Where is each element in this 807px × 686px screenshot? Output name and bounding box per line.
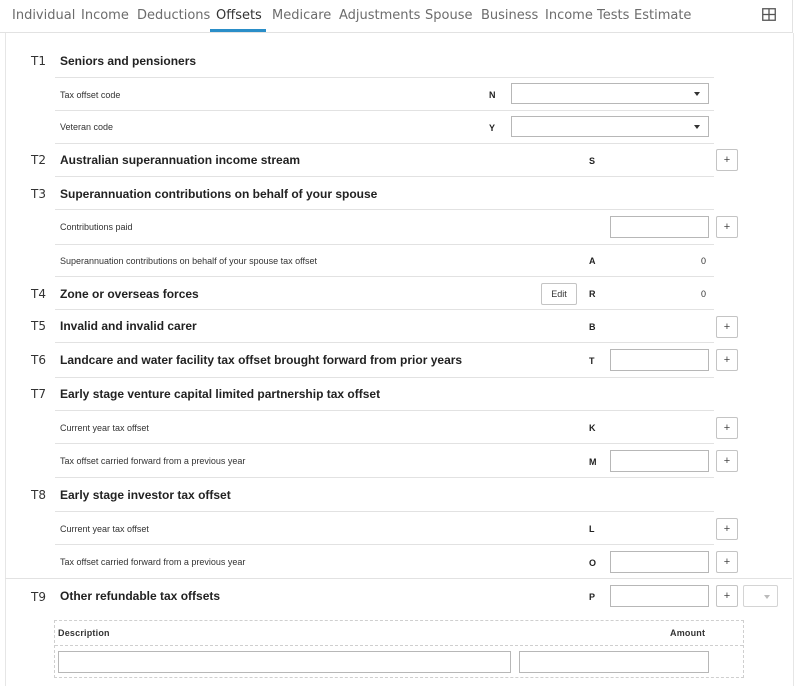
- t4-value: 0: [700, 289, 706, 299]
- t6-input[interactable]: [610, 349, 709, 371]
- t6-code: T: [589, 356, 595, 366]
- t2-add-button[interactable]: +: [716, 149, 738, 171]
- contributions-paid-label: Contributions paid: [60, 222, 133, 232]
- t9-dropdown-button[interactable]: [743, 585, 778, 607]
- veteran-code-label: Veteran code: [60, 122, 114, 132]
- tax-offset-code-select[interactable]: [511, 83, 709, 104]
- active-tab-indicator: [210, 29, 266, 32]
- t7-carried-input[interactable]: [610, 450, 709, 472]
- section-number-t7: T7: [31, 387, 46, 401]
- spouse-offset-label: Superannuation contributions on behalf o…: [60, 256, 318, 266]
- divider: [55, 276, 714, 277]
- tab-business[interactable]: Business: [481, 8, 538, 23]
- divider: [55, 410, 714, 411]
- section-title-t1: Seniors and pensioners: [60, 54, 197, 68]
- tab-medicare[interactable]: Medicare: [272, 8, 331, 23]
- section-title-t7: Early stage venture capital limited part…: [60, 387, 381, 401]
- section-number-t4: T4: [31, 287, 46, 301]
- divider: [55, 209, 714, 210]
- t9-input[interactable]: [610, 585, 709, 607]
- veteran-code-letter: Y: [489, 123, 496, 133]
- table-header-divider: [55, 645, 743, 646]
- section-number-t9: T9: [31, 590, 46, 604]
- t8-carried-label: Tax offset carried forward from a previo…: [60, 557, 246, 567]
- contributions-paid-input[interactable]: [610, 216, 709, 238]
- chevron-down-icon: [764, 595, 770, 599]
- tab-bar: Individual Income Deductions Offsets Med…: [0, 0, 793, 33]
- zone-edit-button[interactable]: Edit: [541, 283, 577, 305]
- tab-individual[interactable]: Individual: [12, 8, 75, 23]
- amount-input[interactable]: [519, 651, 709, 673]
- divider: [55, 477, 714, 478]
- tab-adjustments[interactable]: Adjustments: [339, 8, 420, 23]
- tab-offsets[interactable]: Offsets: [216, 8, 262, 23]
- t9-code: P: [589, 592, 596, 602]
- divider: [55, 244, 714, 245]
- chevron-down-icon: [694, 125, 700, 129]
- t8-carried-add-button[interactable]: +: [716, 551, 738, 573]
- tab-deductions[interactable]: Deductions: [137, 8, 210, 23]
- tax-offset-code-letter: N: [489, 90, 496, 100]
- section-number-t5: T5: [31, 319, 46, 333]
- divider: [55, 309, 714, 310]
- section-title-t8: Early stage investor tax offset: [60, 488, 231, 502]
- t5-add-button[interactable]: +: [716, 316, 738, 338]
- contributions-paid-add-button[interactable]: +: [716, 216, 738, 238]
- t8-carried-input[interactable]: [610, 551, 709, 573]
- t7-current-add-button[interactable]: +: [716, 417, 738, 439]
- section-number-t2: T2: [31, 153, 46, 167]
- section-title-t2: Australian superannuation income stream: [60, 153, 301, 167]
- tax-offset-code-label: Tax offset code: [60, 90, 121, 100]
- tab-income-tests[interactable]: Income Tests: [545, 8, 629, 23]
- section-title-t3: Superannuation contributions on behalf o…: [60, 187, 378, 201]
- amount-column-header: Amount: [670, 628, 706, 638]
- t7-carried-code: M: [589, 457, 597, 467]
- spouse-offset-value: 0: [700, 256, 706, 266]
- divider: [55, 544, 714, 545]
- section-title-t9: Other refundable tax offsets: [60, 589, 221, 603]
- divider: [55, 443, 714, 444]
- t4-code: R: [589, 289, 596, 299]
- section-number-t6: T6: [31, 353, 46, 367]
- divider: [55, 143, 714, 144]
- divider: [55, 511, 714, 512]
- divider: [55, 77, 714, 78]
- t2-code: S: [589, 156, 596, 166]
- t7-carried-label: Tax offset carried forward from a previo…: [60, 456, 246, 466]
- tab-spouse[interactable]: Spouse: [425, 8, 472, 23]
- divider: [55, 377, 714, 378]
- chevron-down-icon: [694, 92, 700, 96]
- t8-carried-code: O: [589, 558, 597, 568]
- t9-add-button[interactable]: +: [716, 585, 738, 607]
- description-input[interactable]: [58, 651, 511, 673]
- section-number-t1: T1: [31, 54, 46, 68]
- divider: [55, 176, 714, 177]
- section-number-t3: T3: [31, 187, 46, 201]
- t8-current-code: L: [589, 524, 595, 534]
- t7-carried-add-button[interactable]: +: [716, 450, 738, 472]
- section-number-t8: T8: [31, 488, 46, 502]
- grid-view-icon[interactable]: [762, 8, 776, 21]
- spouse-offset-code: A: [589, 256, 596, 266]
- t6-add-button[interactable]: +: [716, 349, 738, 371]
- section-title-t4: Zone or overseas forces: [60, 287, 199, 301]
- divider: [5, 578, 792, 579]
- section-title-t6: Landcare and water facility tax offset b…: [60, 353, 463, 367]
- t7-current-code: K: [589, 423, 596, 433]
- tab-income[interactable]: Income: [81, 8, 129, 23]
- divider: [55, 110, 714, 111]
- t8-current-add-button[interactable]: +: [716, 518, 738, 540]
- section-title-t5: Invalid and invalid carer: [60, 319, 197, 333]
- divider: [55, 342, 714, 343]
- t5-code: B: [589, 322, 596, 332]
- t8-current-label: Current year tax offset: [60, 524, 149, 534]
- veteran-code-select[interactable]: [511, 116, 709, 137]
- t7-current-label: Current year tax offset: [60, 423, 149, 433]
- description-column-header: Description: [58, 628, 110, 638]
- tab-estimate[interactable]: Estimate: [634, 8, 691, 23]
